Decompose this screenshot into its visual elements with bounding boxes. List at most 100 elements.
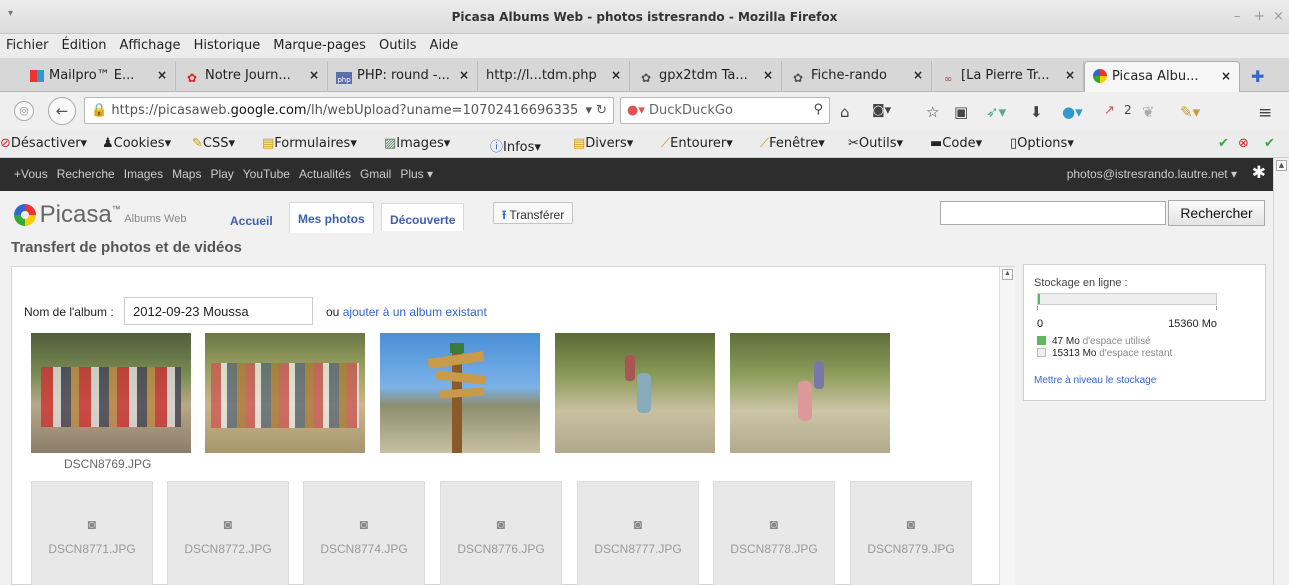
- used-swatch: [1037, 336, 1046, 345]
- menu-fichier[interactable]: Fichier: [0, 34, 56, 53]
- devbar-css[interactable]: ✎CSS▾: [192, 136, 235, 151]
- upload-placeholder[interactable]: ◙ DSCN8771.JPG: [31, 481, 153, 585]
- camera-icon: ◙: [633, 516, 643, 532]
- tab-la-pierre[interactable]: ∞ [La Pierre Tr... ×: [932, 61, 1084, 92]
- check-icon[interactable]: ✔: [1218, 136, 1229, 151]
- gbar-gmail[interactable]: Gmail: [360, 167, 391, 181]
- menu-affichage[interactable]: Affichage: [113, 34, 187, 53]
- search-button[interactable]: Rechercher: [1168, 200, 1265, 226]
- menu-edition[interactable]: Édition: [56, 34, 114, 53]
- camera-icon: ◙: [906, 516, 916, 532]
- close-tab-icon[interactable]: ×: [763, 68, 773, 82]
- gbar-maps[interactable]: Maps: [172, 167, 201, 181]
- upload-placeholder[interactable]: ◙ DSCN8778.JPG: [713, 481, 835, 585]
- devbar-entourer[interactable]: ⟋Entourer▾: [661, 136, 733, 151]
- devbar-images[interactable]: ▨Images▾: [384, 136, 450, 151]
- tab-notre-journal[interactable]: ✿ Notre Journ... ×: [176, 61, 328, 92]
- devbar-fenetre[interactable]: ⟋Fenêtre▾: [760, 136, 825, 151]
- close-tab-icon[interactable]: ×: [459, 68, 469, 82]
- reload-icon[interactable]: ▾ ↻: [585, 103, 607, 118]
- devbar-outils[interactable]: ✂Outils▾: [848, 136, 903, 151]
- lock-icon: 🔒: [91, 103, 108, 118]
- devbar-code[interactable]: ▬Code▾: [930, 136, 982, 151]
- scroll-up-icon[interactable]: ▲: [1276, 160, 1287, 171]
- search-icon[interactable]: ⚲: [813, 102, 823, 117]
- tab-decouverte[interactable]: Découverte: [381, 203, 465, 231]
- addon-icon[interactable]: ●▾: [1062, 103, 1083, 121]
- menu-aide[interactable]: Aide: [424, 34, 466, 53]
- photo-thumbnail[interactable]: [205, 333, 365, 453]
- tab-fiche-rando[interactable]: ✿ Fiche-rando ×: [782, 61, 932, 92]
- new-tab-icon[interactable]: ✚: [1251, 67, 1264, 86]
- photo-thumbnail[interactable]: [380, 333, 540, 453]
- tab-mes-photos[interactable]: Mes photos: [289, 202, 374, 233]
- bookmark-star-icon[interactable]: ☆: [926, 103, 939, 121]
- account-email[interactable]: photos@istresrando.lautre.net ▾: [1067, 167, 1237, 181]
- existing-album-link[interactable]: ajouter à un album existant: [343, 305, 487, 319]
- gbar-youtube[interactable]: YouTube: [243, 167, 290, 181]
- ghost-icon[interactable]: ❦: [1142, 103, 1155, 121]
- photo-thumbnail[interactable]: [730, 333, 890, 453]
- close-tab-icon[interactable]: ×: [157, 68, 167, 82]
- menu-historique[interactable]: Historique: [188, 34, 268, 53]
- upgrade-storage-link[interactable]: Mettre à niveau le stockage: [1034, 375, 1156, 386]
- tab-picasa[interactable]: Picasa Albu... ×: [1084, 61, 1240, 92]
- devbar-cookies[interactable]: ♟Cookies▾: [102, 136, 171, 151]
- chart-addon-icon[interactable]: ↗: [1104, 103, 1115, 118]
- upload-placeholder[interactable]: ◙ DSCN8779.JPG: [850, 481, 972, 585]
- close-tab-icon[interactable]: ×: [611, 68, 621, 82]
- check-icon[interactable]: ✔: [1264, 136, 1275, 151]
- download-icon[interactable]: ⬇: [1030, 103, 1043, 121]
- tab-accueil[interactable]: Accueil: [222, 205, 281, 233]
- extension-icon[interactable]: ➶▾: [986, 103, 1006, 121]
- page-scrollbar[interactable]: ▲: [1273, 158, 1289, 585]
- tab-gpx2tdm[interactable]: ✿ gpx2tdm Ta... ×: [630, 61, 782, 92]
- picasa-search-input[interactable]: [940, 201, 1166, 225]
- gbar-play[interactable]: Play: [210, 167, 233, 181]
- devbar-options[interactable]: ▯Options▾: [1010, 136, 1074, 151]
- gbar-recherche[interactable]: Recherche: [57, 167, 115, 181]
- photo-thumbnail[interactable]: [31, 333, 191, 453]
- devbar-infos[interactable]: ⓘInfos▾: [490, 136, 541, 155]
- album-name-input[interactable]: [124, 297, 313, 325]
- maximize-icon[interactable]: +: [1254, 9, 1265, 24]
- screenshot-icon[interactable]: ◙▾: [872, 103, 891, 118]
- tab-mailpro[interactable]: Mailpro™ E... ×: [22, 61, 176, 92]
- upload-placeholder[interactable]: ◙ DSCN8772.JPG: [167, 481, 289, 585]
- devbar-divers[interactable]: ▤Divers▾: [573, 136, 633, 151]
- upload-scrollbar[interactable]: ▲: [999, 267, 1015, 585]
- scroll-up-icon[interactable]: ▲: [1002, 269, 1013, 280]
- url-field[interactable]: 🔒 https://picasaweb.google.com/lh/webUpl…: [84, 97, 614, 124]
- history-icon[interactable]: ◎: [14, 101, 34, 121]
- tab-php[interactable]: php PHP: round -... ×: [328, 61, 478, 92]
- search-field[interactable]: ●▾ DuckDuckGo ⚲: [620, 97, 830, 124]
- tab-tdm[interactable]: http://l...tdm.php ×: [478, 61, 630, 92]
- menu-outils[interactable]: Outils: [373, 34, 424, 53]
- photo-thumbnail[interactable]: [555, 333, 715, 453]
- close-tab-icon[interactable]: ×: [1221, 69, 1231, 83]
- home-icon[interactable]: ⌂: [840, 103, 850, 121]
- bookmarks-icon[interactable]: ▣: [954, 103, 968, 121]
- hamburger-menu-icon[interactable]: ≡: [1258, 103, 1272, 123]
- close-tab-icon[interactable]: ×: [913, 68, 923, 82]
- upload-placeholder[interactable]: ◙ DSCN8776.JPG: [440, 481, 562, 585]
- devbar-desactiver[interactable]: ⊘Désactiver▾: [0, 136, 87, 151]
- pen-addon-icon[interactable]: ✎▾: [1180, 103, 1200, 121]
- close-tab-icon[interactable]: ×: [309, 68, 319, 82]
- upload-placeholder[interactable]: ◙ DSCN8774.JPG: [303, 481, 425, 585]
- error-icon[interactable]: ⊗: [1238, 136, 1249, 151]
- settings-gear-icon[interactable]: ✱: [1252, 163, 1266, 183]
- devbar-formulaires[interactable]: ▤Formulaires▾: [262, 136, 357, 151]
- back-icon[interactable]: ←: [48, 97, 76, 125]
- upload-placeholder[interactable]: ◙ DSCN8777.JPG: [577, 481, 699, 585]
- menu-marque-pages[interactable]: Marque-pages: [267, 34, 373, 53]
- close-window-icon[interactable]: ×: [1273, 9, 1284, 24]
- picasa-logo[interactable]: Picasa™ Albums Web: [14, 201, 186, 229]
- close-tab-icon[interactable]: ×: [1065, 68, 1075, 82]
- gbar-plus[interactable]: Plus ▾: [400, 167, 433, 181]
- upload-button[interactable]: ⭱ Transférer: [493, 202, 574, 224]
- gbar-actualites[interactable]: Actualités: [299, 167, 351, 181]
- minimize-icon[interactable]: –: [1234, 9, 1241, 24]
- gbar-images[interactable]: Images: [124, 167, 163, 181]
- gbar-vous[interactable]: +Vous: [14, 167, 48, 181]
